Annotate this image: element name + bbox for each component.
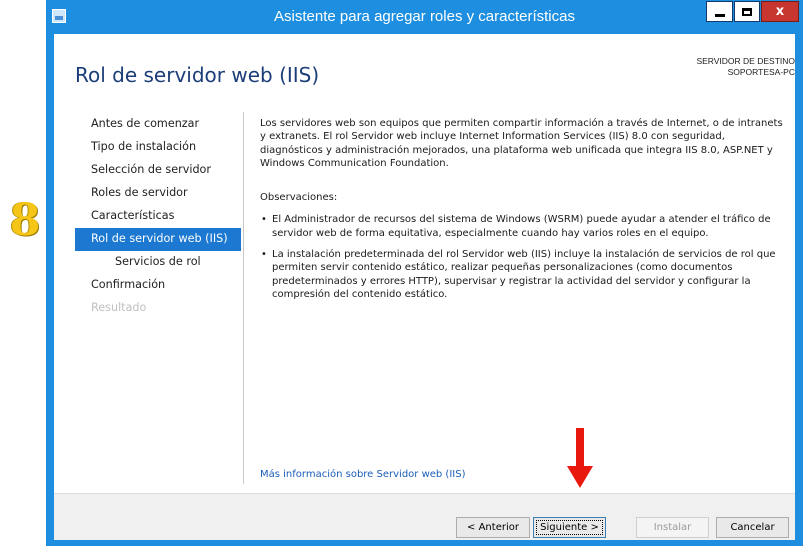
- nav-item-caracteristicas[interactable]: Características: [75, 205, 241, 228]
- observations-label: Observaciones:: [260, 192, 338, 204]
- destination-server: SERVIDOR DE DESTINO SOPORTESA-PC: [696, 56, 795, 78]
- nav-item-resultado: Resultado: [91, 301, 147, 314]
- nav-item-antes-de-comenzar[interactable]: Antes de comenzar: [75, 113, 241, 136]
- page-title: Rol de servidor web (IIS): [75, 63, 320, 87]
- nav-item-roles-de-servidor[interactable]: Roles de servidor: [75, 182, 241, 205]
- close-button[interactable]: x: [761, 1, 799, 22]
- nav-item-seleccion-de-servidor[interactable]: Selección de servidor: [75, 159, 241, 182]
- observations-list: El Administrador de recursos del sistema…: [260, 213, 790, 301]
- red-arrow-icon: [567, 428, 593, 488]
- previous-button[interactable]: < Anterior: [456, 517, 530, 538]
- destination-server-label: SERVIDOR DE DESTINO: [696, 56, 795, 66]
- wizard-client-area: Rol de servidor web (IIS) SERVIDOR DE DE…: [54, 34, 795, 540]
- content-panel: Los servidores web son equipos que permi…: [260, 117, 790, 309]
- nav-item-rol-de-servidor-web[interactable]: Rol de servidor web (IIS): [75, 228, 241, 251]
- minimize-button[interactable]: [706, 1, 733, 22]
- next-button[interactable]: Siguiente >: [533, 517, 606, 538]
- step-number-annotation: 8: [9, 195, 41, 246]
- maximize-button[interactable]: [734, 1, 760, 22]
- more-info-link[interactable]: Más información sobre Servidor web (IIS): [260, 469, 465, 480]
- intro-paragraph: Los servidores web son equipos que permi…: [260, 118, 783, 169]
- wizard-footer: < Anterior Siguiente > Instalar Cancelar: [54, 493, 795, 540]
- destination-server-name: SOPORTESA-PC: [727, 67, 795, 77]
- list-item: El Administrador de recursos del sistema…: [260, 213, 790, 240]
- cancel-button[interactable]: Cancelar: [716, 517, 789, 538]
- wizard-window: Asistente para agregar roles y caracterí…: [46, 0, 803, 546]
- wizard-steps-nav: Antes de comenzar Tipo de instalación Se…: [75, 113, 241, 320]
- maximize-icon: [742, 7, 752, 16]
- close-icon: x: [775, 4, 785, 19]
- list-item: La instalación predeterminada del rol Se…: [260, 248, 790, 301]
- nav-item-confirmacion[interactable]: Confirmación: [75, 274, 241, 297]
- minimize-icon: [714, 14, 725, 17]
- nav-item-tipo-de-instalacion[interactable]: Tipo de instalación: [75, 136, 241, 159]
- nav-item-servicios-de-rol[interactable]: Servicios de rol: [75, 251, 241, 274]
- nav-divider: [243, 112, 244, 484]
- title-bar[interactable]: Asistente para agregar roles y caracterí…: [46, 0, 803, 34]
- window-title: Asistente para agregar roles y caracterí…: [274, 8, 575, 25]
- install-button: Instalar: [636, 517, 709, 538]
